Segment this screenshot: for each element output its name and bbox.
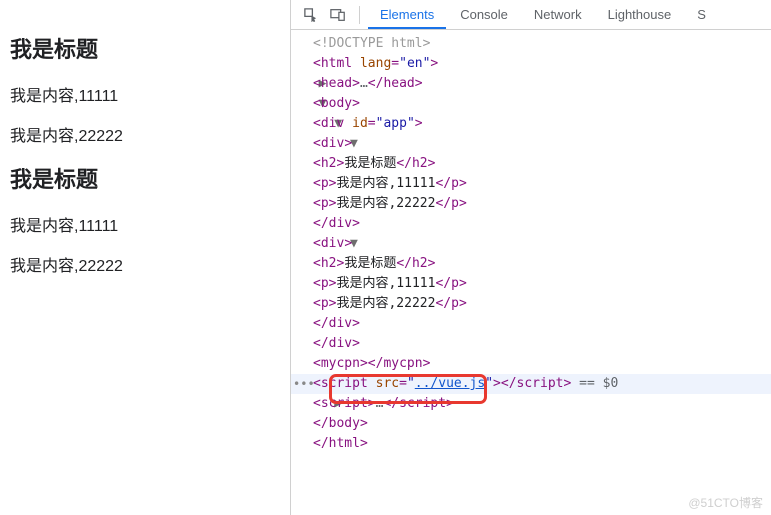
watermark: @51CTO博客 xyxy=(688,494,763,511)
dom-app-open[interactable]: ▼<div id="app"> xyxy=(291,114,771,134)
dom-head[interactable]: ▶<head>…</head> xyxy=(291,74,771,94)
devtools-panel: Elements Console Network Lighthouse S <!… xyxy=(290,0,771,515)
dom-p[interactable]: <p>我是内容,22222</p> xyxy=(291,294,771,314)
paragraph: 我是内容,11111 xyxy=(10,212,280,236)
tab-lighthouse[interactable]: Lighthouse xyxy=(596,1,684,29)
dom-h2[interactable]: <h2>我是标题</h2> xyxy=(291,254,771,274)
dom-p[interactable]: <p>我是内容,22222</p> xyxy=(291,194,771,214)
dom-html-close[interactable]: </html> xyxy=(291,434,771,454)
dom-custom-element[interactable]: <mycpn></mycpn> xyxy=(291,354,771,374)
tab-console[interactable]: Console xyxy=(448,1,520,29)
devtools-toolbar: Elements Console Network Lighthouse S xyxy=(291,0,771,30)
tab-more[interactable]: S xyxy=(685,1,718,29)
elements-tree[interactable]: <!DOCTYPE html> <html lang="en"> ▶<head>… xyxy=(291,30,771,515)
dom-p[interactable]: <p>我是内容,11111</p> xyxy=(291,274,771,294)
tab-elements[interactable]: Elements xyxy=(368,1,446,29)
inspect-icon[interactable] xyxy=(297,2,323,28)
heading: 我是标题 xyxy=(10,162,280,194)
heading: 我是标题 xyxy=(10,32,280,64)
dom-script-src[interactable]: ••• <script src="../vue.js"></script> ==… xyxy=(291,374,771,394)
dom-app-close[interactable]: </div> xyxy=(291,334,771,354)
dom-h2[interactable]: <h2>我是标题</h2> xyxy=(291,154,771,174)
paragraph: 我是内容,11111 xyxy=(10,82,280,106)
dom-body-close[interactable]: </body> xyxy=(291,414,771,434)
dom-div-open[interactable]: ▼<div> xyxy=(291,134,771,154)
paragraph: 我是内容,22222 xyxy=(10,122,280,146)
rendered-page: 我是标题 我是内容,11111 我是内容,22222 我是标题 我是内容,111… xyxy=(0,0,290,515)
dom-body-open[interactable]: ▼<body> xyxy=(291,94,771,114)
dom-p[interactable]: <p>我是内容,11111</p> xyxy=(291,174,771,194)
dom-div-close[interactable]: </div> xyxy=(291,314,771,334)
tab-network[interactable]: Network xyxy=(522,1,594,29)
dom-div-open[interactable]: ▼<div> xyxy=(291,234,771,254)
separator xyxy=(359,6,360,24)
dom-doctype[interactable]: <!DOCTYPE html> xyxy=(313,36,430,51)
paragraph: 我是内容,22222 xyxy=(10,252,280,276)
dom-html-open[interactable]: <html lang="en"> xyxy=(291,54,771,74)
dom-script-collapsed[interactable]: ▶<script>…</script> xyxy=(291,394,771,414)
dom-div-close[interactable]: </div> xyxy=(291,214,771,234)
breakpoint-gutter-icon[interactable]: ••• xyxy=(293,374,315,394)
device-toggle-icon[interactable] xyxy=(325,2,351,28)
